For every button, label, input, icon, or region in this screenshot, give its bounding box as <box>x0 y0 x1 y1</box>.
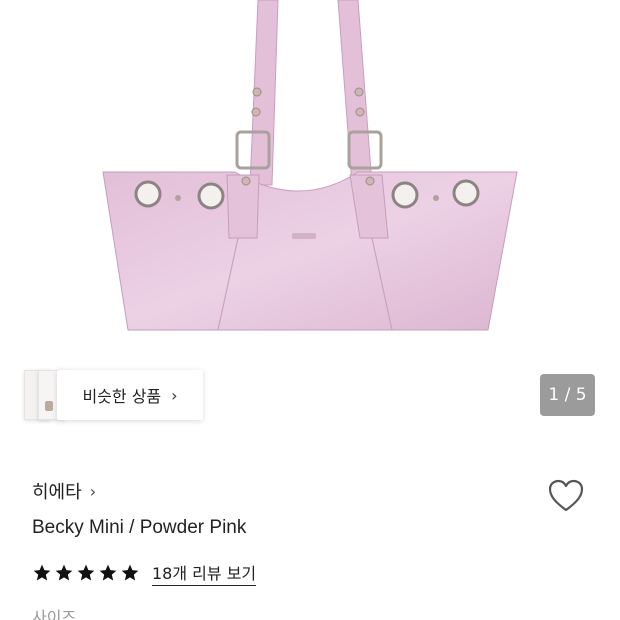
rating-stars <box>32 563 140 583</box>
chevron-right-icon: › <box>171 385 178 405</box>
star-icon <box>55 564 73 581</box>
similar-products-label: 비슷한 상품 <box>82 387 162 406</box>
star-icon <box>77 564 95 581</box>
image-counter: 1 / 5 <box>540 374 595 416</box>
size-option-label: 사이즈 <box>32 608 77 620</box>
similar-products-button[interactable]: 비슷한 상품 › <box>57 370 203 420</box>
brand-link[interactable]: 히에타 › <box>32 478 96 504</box>
similar-thumbnails <box>24 370 64 420</box>
review-link[interactable]: 18개 리뷰 보기 <box>152 560 257 586</box>
star-icon <box>33 564 51 581</box>
chevron-right-icon: › <box>89 481 97 501</box>
similar-products[interactable]: 비슷한 상품 › <box>24 370 203 420</box>
bag-illustration <box>102 0 518 331</box>
brand-name: 히에타 <box>32 482 82 503</box>
thumbnail-image <box>45 401 53 411</box>
rating-row: 18개 리뷰 보기 <box>32 560 257 586</box>
heart-outline-icon <box>548 479 584 512</box>
star-icon <box>121 564 139 581</box>
star-icon <box>99 564 117 581</box>
product-title: Becky Mini / Powder Pink <box>32 517 247 538</box>
product-image[interactable] <box>0 0 620 355</box>
wishlist-button[interactable] <box>547 478 585 514</box>
